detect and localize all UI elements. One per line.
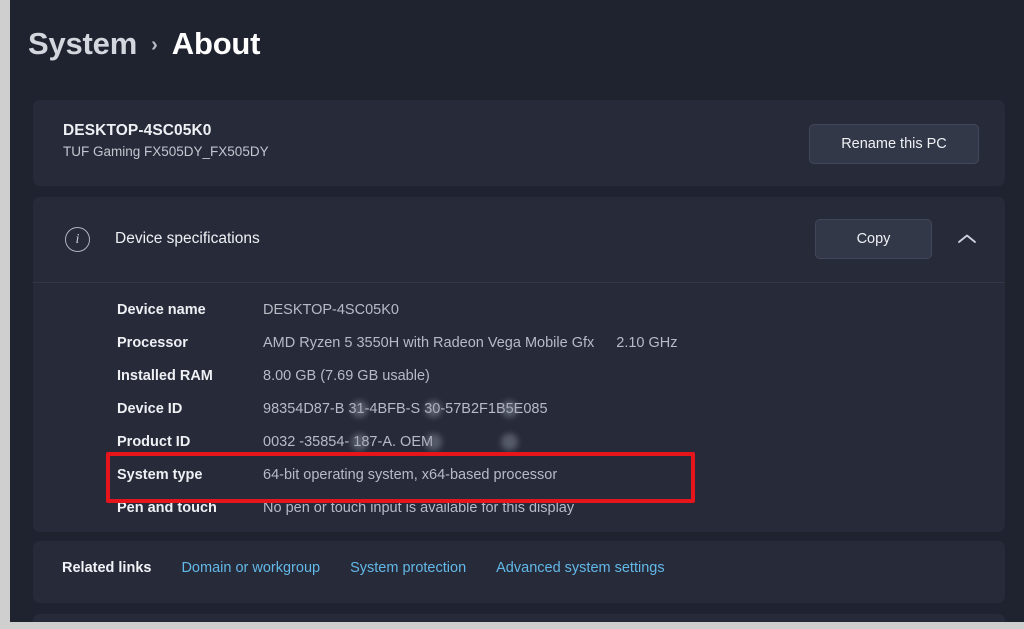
spec-label: Product ID (117, 433, 191, 450)
redaction-blur (425, 433, 442, 450)
spec-value: AMD Ryzen 5 3550H with Radeon Vega Mobil… (263, 334, 595, 351)
spec-value: 64-bit operating system, x64-based proce… (263, 466, 558, 483)
link-system-protection[interactable]: System protection (350, 560, 466, 576)
breadcrumb-current-about: About (171, 26, 261, 61)
link-advanced-system-settings[interactable]: Advanced system settings (496, 560, 664, 576)
spec-label: Pen and touch (117, 499, 217, 516)
breadcrumb-parent-system[interactable]: System (28, 26, 137, 62)
pc-name-card: DESKTOP-4SC05K0 TUF Gaming FX505DY_FX505… (33, 100, 1005, 186)
spec-value: No pen or touch input is available for t… (263, 499, 575, 516)
spec-label: Installed RAM (117, 367, 213, 384)
collapse-expand-button[interactable] (947, 219, 987, 259)
redaction-blur (501, 433, 518, 450)
settings-about-page: System › About DESKTOP-4SC05K0 TUF Gamin… (10, 0, 1024, 622)
device-specifications-header[interactable]: i Device specifications Copy (33, 197, 1005, 283)
spec-label: System type (117, 466, 203, 483)
pc-device-name: DESKTOP-4SC05K0 (63, 122, 212, 139)
spec-value: 8.00 GB (7.69 GB usable) (263, 367, 430, 384)
link-domain-or-workgroup[interactable]: Domain or workgroup (181, 560, 320, 576)
chevron-right-icon: › (151, 33, 158, 56)
screenshot-frame: System › About DESKTOP-4SC05K0 TUF Gamin… (0, 0, 1024, 629)
device-specifications-card: i Device specifications Copy Device name… (33, 197, 1005, 532)
spec-row: Pen and touch No pen or touch input is av… (33, 491, 1005, 524)
pc-model-name: TUF Gaming FX505DY_FX505DY (63, 144, 269, 159)
spec-value-extra: 2.10 GHz (616, 334, 678, 351)
spec-row: System type 64-bit operating system, x64-… (33, 458, 1005, 491)
spec-value: 0032 -35854- 187-A. OEM (263, 433, 518, 450)
breadcrumb: System › About (28, 26, 260, 62)
spec-row: Device ID 98354D87-B 31-4BFB-S 30-57B2F1B… (33, 392, 1005, 425)
next-card-partial (33, 614, 1005, 622)
spec-label: Processor (117, 334, 188, 351)
copy-button[interactable]: Copy (815, 219, 932, 259)
spec-label: Device ID (117, 400, 183, 417)
info-circle-icon: i (65, 227, 90, 252)
spec-value: 98354D87-B 31-4BFB-S 30-57B2F1B5E085 (263, 400, 548, 417)
related-links-title: Related links (62, 560, 152, 576)
spec-row: Processor AMD Ryzen 5 3550H with Radeon V… (33, 326, 1005, 359)
device-specifications-title: Device specifications (115, 230, 260, 247)
related-links-group: Related links Domain or workgroup System… (62, 560, 665, 576)
pc-name-text-group: DESKTOP-4SC05K0 TUF Gaming FX505DY_FX505… (63, 122, 269, 159)
spec-value: DESKTOP-4SC05K0 (263, 301, 399, 318)
spec-row: Product ID 0032 -35854- 187-A. OEM (33, 425, 1005, 458)
rename-this-pc-button[interactable]: Rename this PC (809, 124, 979, 164)
redaction-blur (351, 433, 368, 450)
spec-label: Device name (117, 301, 206, 318)
redaction-blur (501, 400, 518, 417)
redaction-blur (351, 400, 368, 417)
redaction-blur (425, 400, 442, 417)
related-links-card: Related links Domain or workgroup System… (33, 541, 1005, 603)
spec-row: Device name DESKTOP-4SC05K0 (33, 293, 1005, 326)
device-specifications-rows: Device name DESKTOP-4SC05K0 Processor AMD R… (33, 283, 1005, 524)
spec-row: Installed RAM 8.00 GB (7.69 GB usable) (33, 359, 1005, 392)
chevron-up-icon (958, 234, 976, 243)
